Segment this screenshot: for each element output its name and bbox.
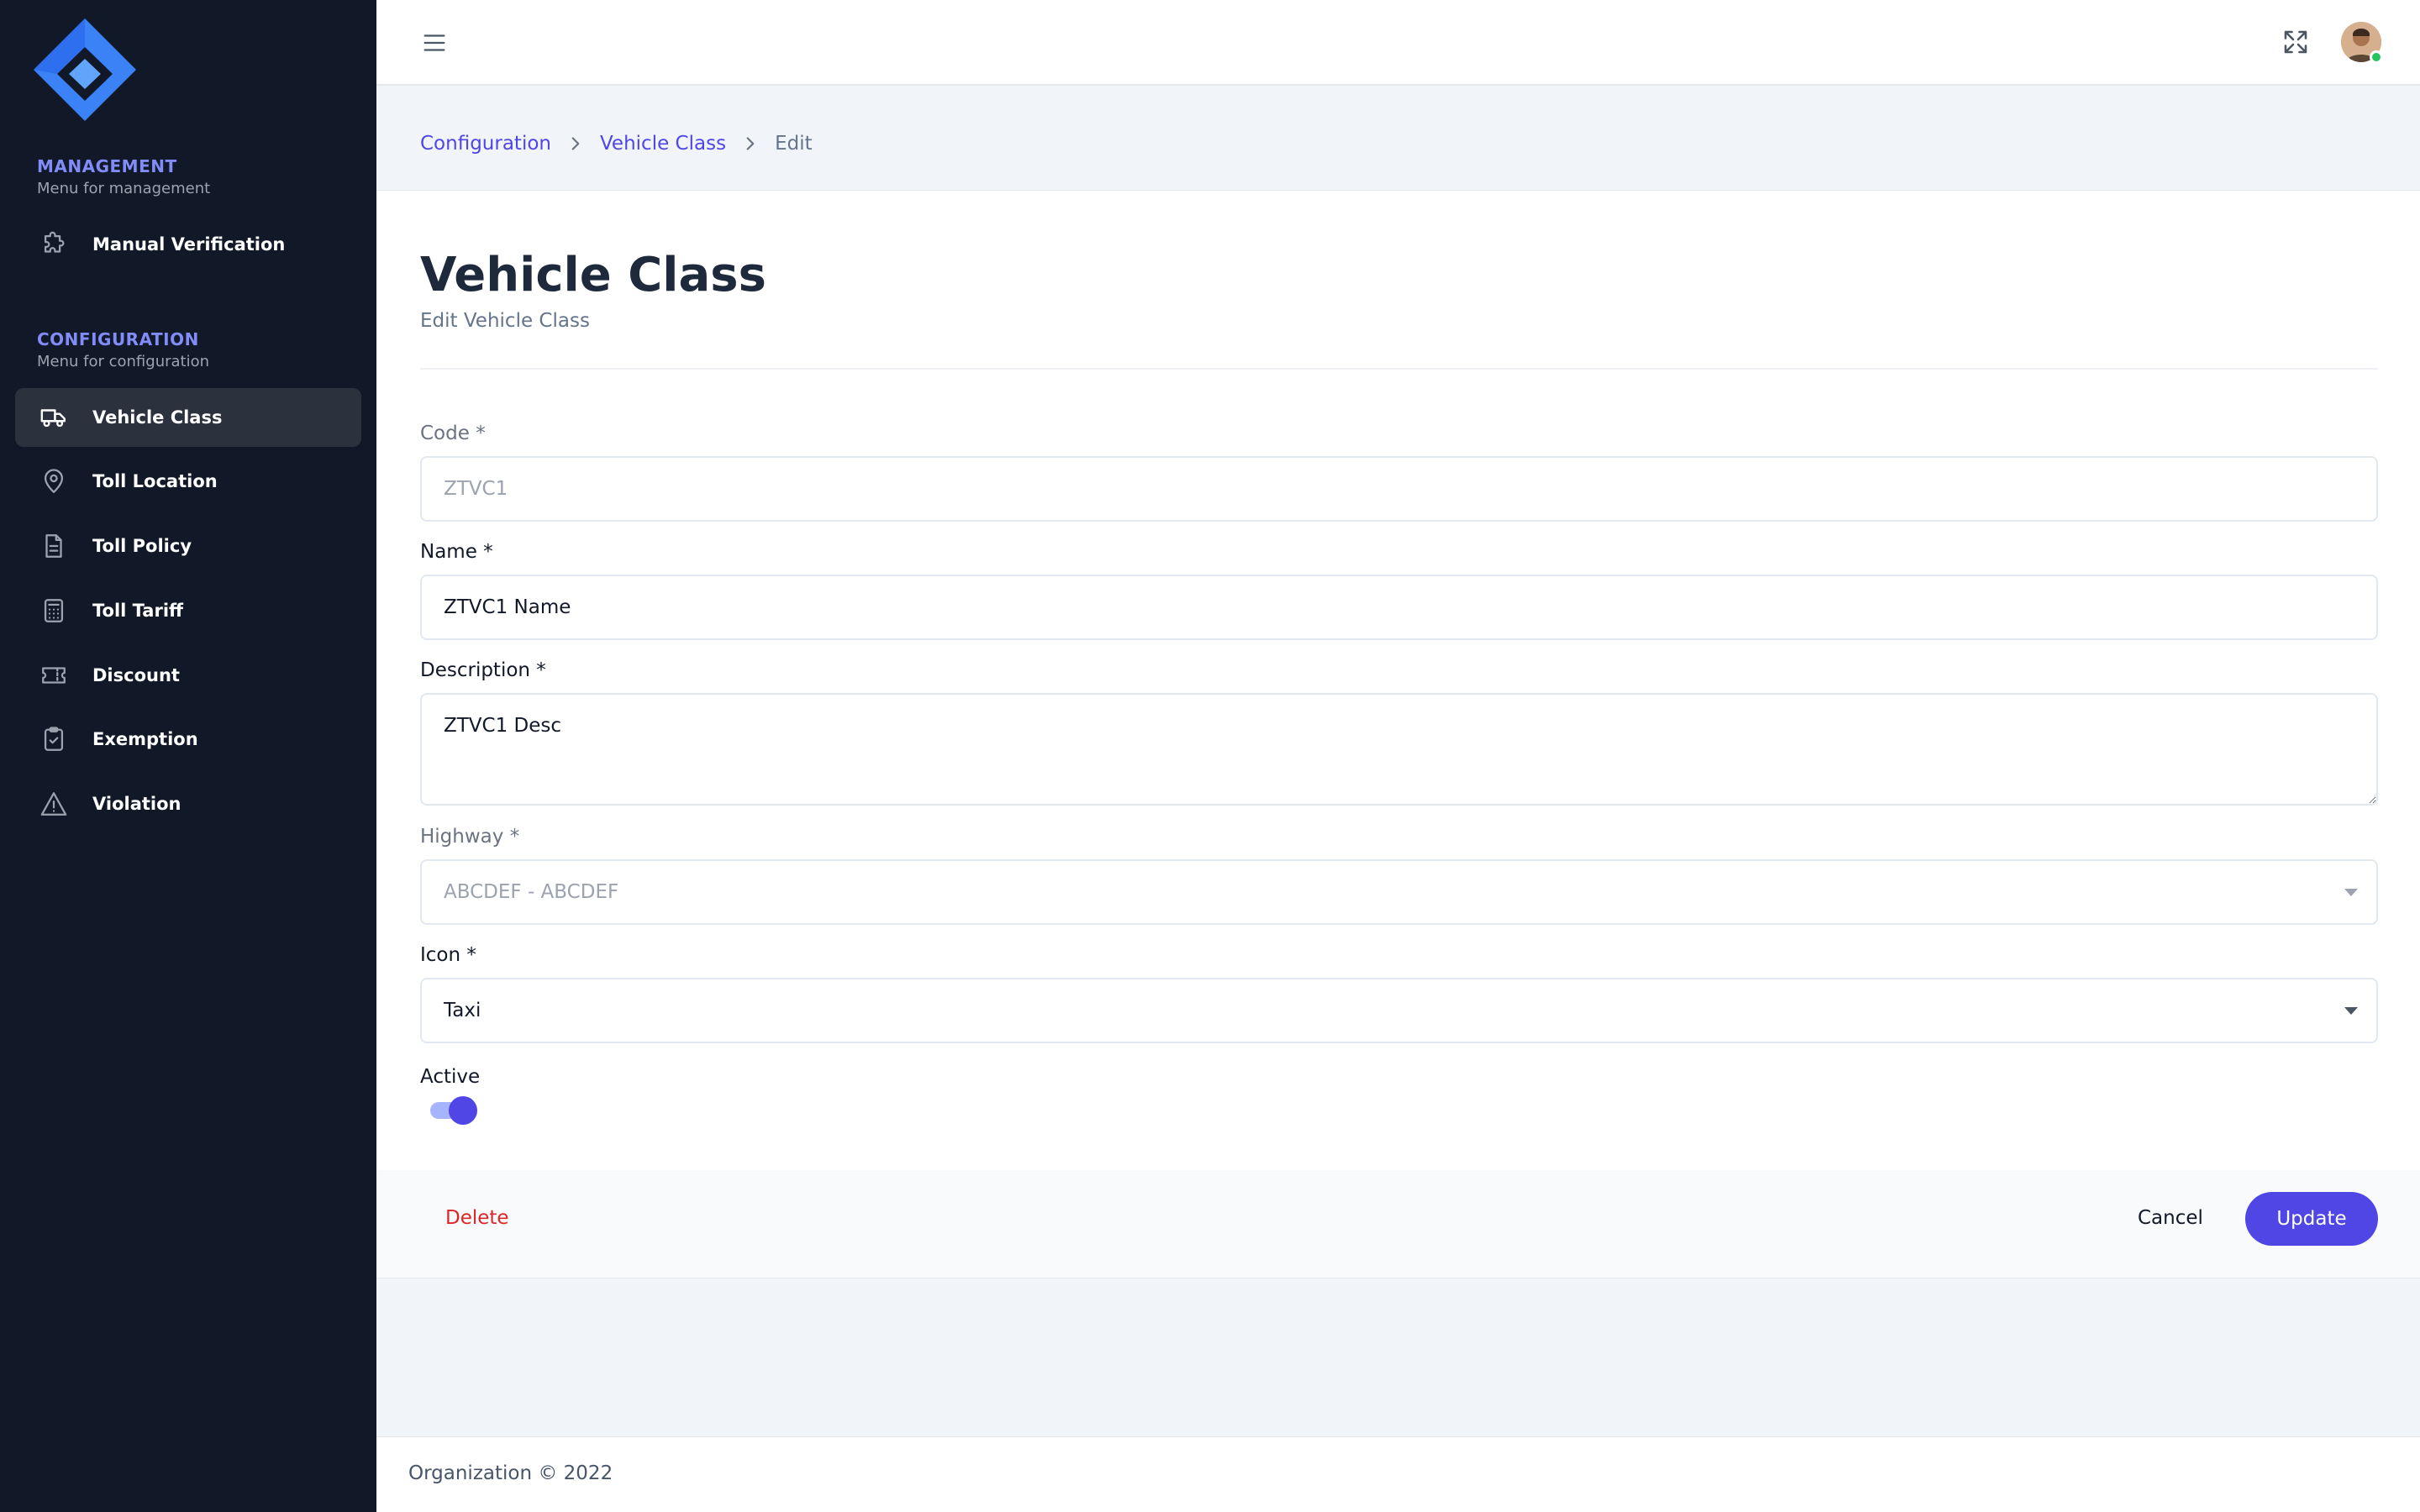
code-label: Code * — [420, 423, 486, 444]
breadcrumb-configuration[interactable]: Configuration — [420, 133, 551, 155]
update-button[interactable]: Update — [2245, 1192, 2378, 1246]
calculator-icon — [39, 596, 69, 626]
form-actions-bar: Delete Cancel Update — [376, 1170, 2420, 1278]
chevron-down-icon — [2344, 1007, 2358, 1015]
name-label: Name * — [420, 541, 493, 563]
sidebar-item-discount[interactable]: Discount — [15, 646, 361, 705]
icon-select[interactable]: Taxi — [420, 978, 2378, 1043]
page-subtitle: Edit Vehicle Class — [420, 310, 590, 332]
document-icon — [39, 531, 69, 561]
edit-form-card: Vehicle Class Edit Vehicle Class Code * … — [376, 190, 2420, 1278]
chevron-right-icon — [746, 137, 755, 150]
icon-select-value: Taxi — [444, 1000, 481, 1021]
section-subtitle-management: Menu for management — [37, 180, 211, 197]
sidebar-item-violation[interactable]: Violation — [15, 774, 361, 833]
icon-label: Icon * — [420, 944, 476, 966]
sidebar-item-exemption[interactable]: Exemption — [15, 710, 361, 769]
copyright-text: Organization © 2022 — [408, 1462, 613, 1484]
top-bar — [376, 0, 2420, 86]
code-field — [420, 456, 2378, 522]
app-logo[interactable] — [30, 15, 139, 124]
truck-icon — [39, 402, 69, 433]
sidebar-item-toll-location[interactable]: Toll Location — [15, 452, 361, 511]
sidebar-item-label: Toll Tariff — [92, 601, 184, 621]
highway-select-value: ABCDEF - ABCDEF — [444, 881, 619, 903]
name-field[interactable] — [420, 575, 2378, 640]
breadcrumb-vehicle-class[interactable]: Vehicle Class — [600, 133, 726, 155]
description-label: Description * — [420, 659, 546, 681]
sidebar-item-label: Violation — [92, 794, 182, 814]
section-subtitle-configuration: Menu for configuration — [37, 353, 210, 370]
sidebar-item-toll-tariff[interactable]: Toll Tariff — [15, 581, 361, 640]
sidebar-item-manual-verification[interactable]: Manual Verification — [15, 215, 361, 274]
sidebar-item-toll-policy[interactable]: Toll Policy — [15, 517, 361, 575]
sidebar-item-label: Toll Location — [92, 471, 218, 491]
sidebar-item-label: Toll Policy — [92, 536, 192, 556]
sidebar: MANAGEMENT Menu for management Manual Ve… — [0, 0, 376, 1512]
warning-icon — [39, 789, 69, 819]
sidebar-item-label: Exemption — [92, 729, 198, 749]
section-title-configuration: CONFIGURATION — [37, 329, 199, 349]
map-pin-icon — [39, 466, 69, 496]
page-title: Vehicle Class — [420, 248, 766, 302]
expand-icon[interactable] — [2281, 27, 2311, 57]
hamburger-icon[interactable] — [420, 29, 449, 57]
active-label: Active — [420, 1066, 481, 1088]
cancel-button[interactable]: Cancel — [2138, 1207, 2203, 1229]
sidebar-item-label: Manual Verification — [92, 234, 286, 255]
chevron-right-icon — [571, 137, 580, 150]
page-footer: Organization © 2022 — [376, 1436, 2420, 1512]
sidebar-item-label: Vehicle Class — [92, 407, 223, 428]
description-field[interactable]: ZTVC1 Desc — [420, 693, 2378, 806]
breadcrumb-edit: Edit — [775, 133, 813, 155]
clipboard-check-icon — [39, 724, 69, 754]
divider — [420, 368, 2378, 370]
sidebar-item-label: Discount — [92, 665, 180, 685]
section-title-management: MANAGEMENT — [37, 156, 177, 176]
online-status-dot — [2370, 50, 2383, 64]
highway-select: ABCDEF - ABCDEF — [420, 859, 2378, 925]
delete-button[interactable]: Delete — [445, 1207, 509, 1229]
breadcrumb: Configuration Vehicle Class Edit — [420, 129, 813, 158]
highway-label: Highway * — [420, 826, 520, 848]
puzzle-icon — [39, 229, 69, 260]
toggle-knob — [449, 1096, 477, 1125]
active-toggle[interactable] — [430, 1096, 477, 1125]
sidebar-item-vehicle-class[interactable]: Vehicle Class — [15, 388, 361, 447]
ticket-icon — [39, 660, 69, 690]
chevron-down-icon — [2344, 889, 2358, 896]
